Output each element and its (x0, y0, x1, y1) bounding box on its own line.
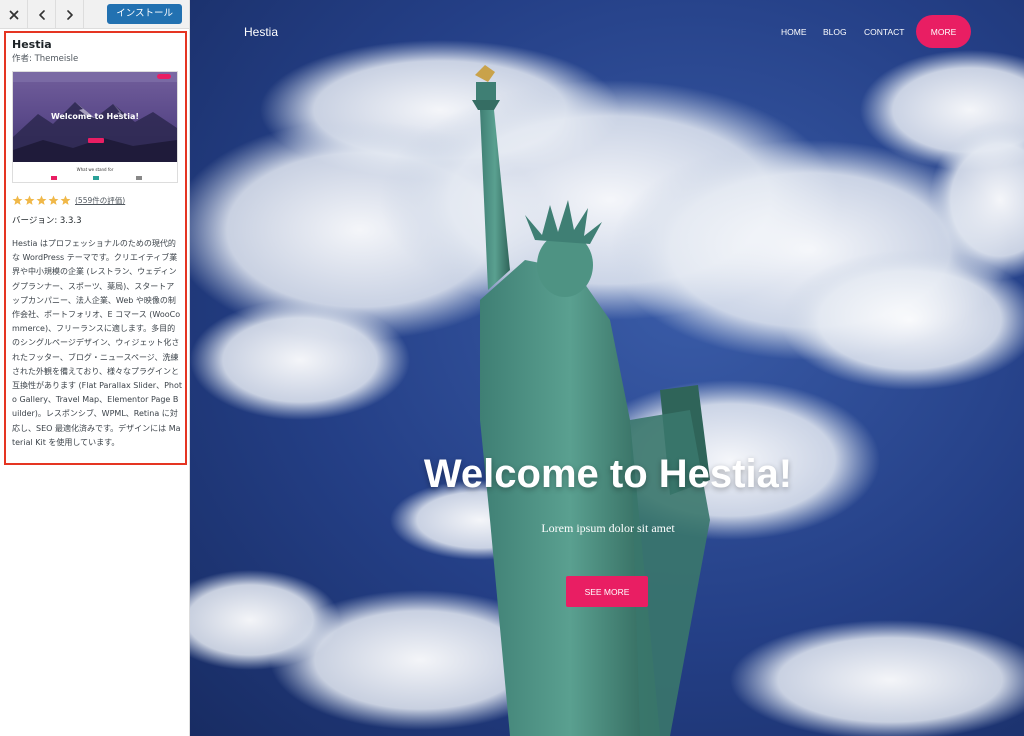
star-icon (36, 195, 47, 205)
thumbnail-feature-icon (136, 176, 142, 180)
theme-rating: (559件の評価) (12, 193, 179, 207)
theme-screenshot: Welcome to Hestia! What we stand for (12, 71, 178, 183)
thumbnail-nav-button (157, 74, 171, 79)
see-more-button[interactable]: SEE MORE (566, 576, 648, 607)
nav-more-button[interactable]: MORE (916, 15, 971, 48)
thumbnail-feature-icon (93, 176, 99, 180)
theme-description: Hestia はプロフェッショナルのための現代的な WordPress テーマで… (12, 239, 182, 447)
theme-details-sidebar: インストール Hestia 作者: Themeisle Welcome to H… (0, 0, 190, 736)
theme-preview: Hestia HOME BLOG CONTACT MORE Welcome to… (190, 0, 1024, 736)
close-icon (9, 10, 18, 19)
previous-theme-button[interactable] (28, 0, 56, 29)
nav-link-home[interactable]: HOME (781, 27, 807, 37)
thumbnail-navbar (13, 72, 177, 82)
thumbnail-title: Welcome to Hestia! (50, 112, 140, 121)
star-icon (12, 195, 23, 205)
hero-subtitle: Lorem ipsum dolor sit amet (541, 521, 675, 535)
thumbnail-subtitle: What we stand for (76, 167, 114, 172)
hero-title: Welcome to Hestia! (423, 452, 793, 496)
chevron-left-icon (38, 9, 45, 20)
close-button[interactable] (0, 0, 28, 29)
thumbnail-hero: Welcome to Hestia! (13, 82, 177, 162)
theme-author: 作者: Themeisle (12, 54, 79, 64)
hero-background-image (190, 40, 1024, 736)
thumbnail-feature-icon (51, 176, 57, 180)
install-button[interactable]: インストール (107, 4, 182, 24)
nav-link-contact[interactable]: CONTACT (864, 27, 904, 37)
theme-name: Hestia (12, 38, 52, 51)
thumbnail-cta (88, 138, 104, 143)
star-icon (24, 195, 35, 205)
chevron-right-icon (66, 9, 73, 20)
nav-link-blog[interactable]: BLOG (823, 27, 847, 37)
next-theme-button[interactable] (56, 0, 84, 29)
theme-info-panel: Hestia 作者: Themeisle Welcome to Hestia! … (4, 31, 187, 465)
mountain-image (13, 102, 177, 162)
site-brand[interactable]: Hestia (244, 25, 278, 39)
star-icon (48, 195, 59, 205)
star-icon (60, 195, 71, 205)
rating-count-link[interactable]: (559件の評価) (75, 195, 125, 206)
theme-version: バージョン: 3.3.3 (12, 216, 82, 226)
customizer-toolbar: インストール (0, 0, 189, 29)
